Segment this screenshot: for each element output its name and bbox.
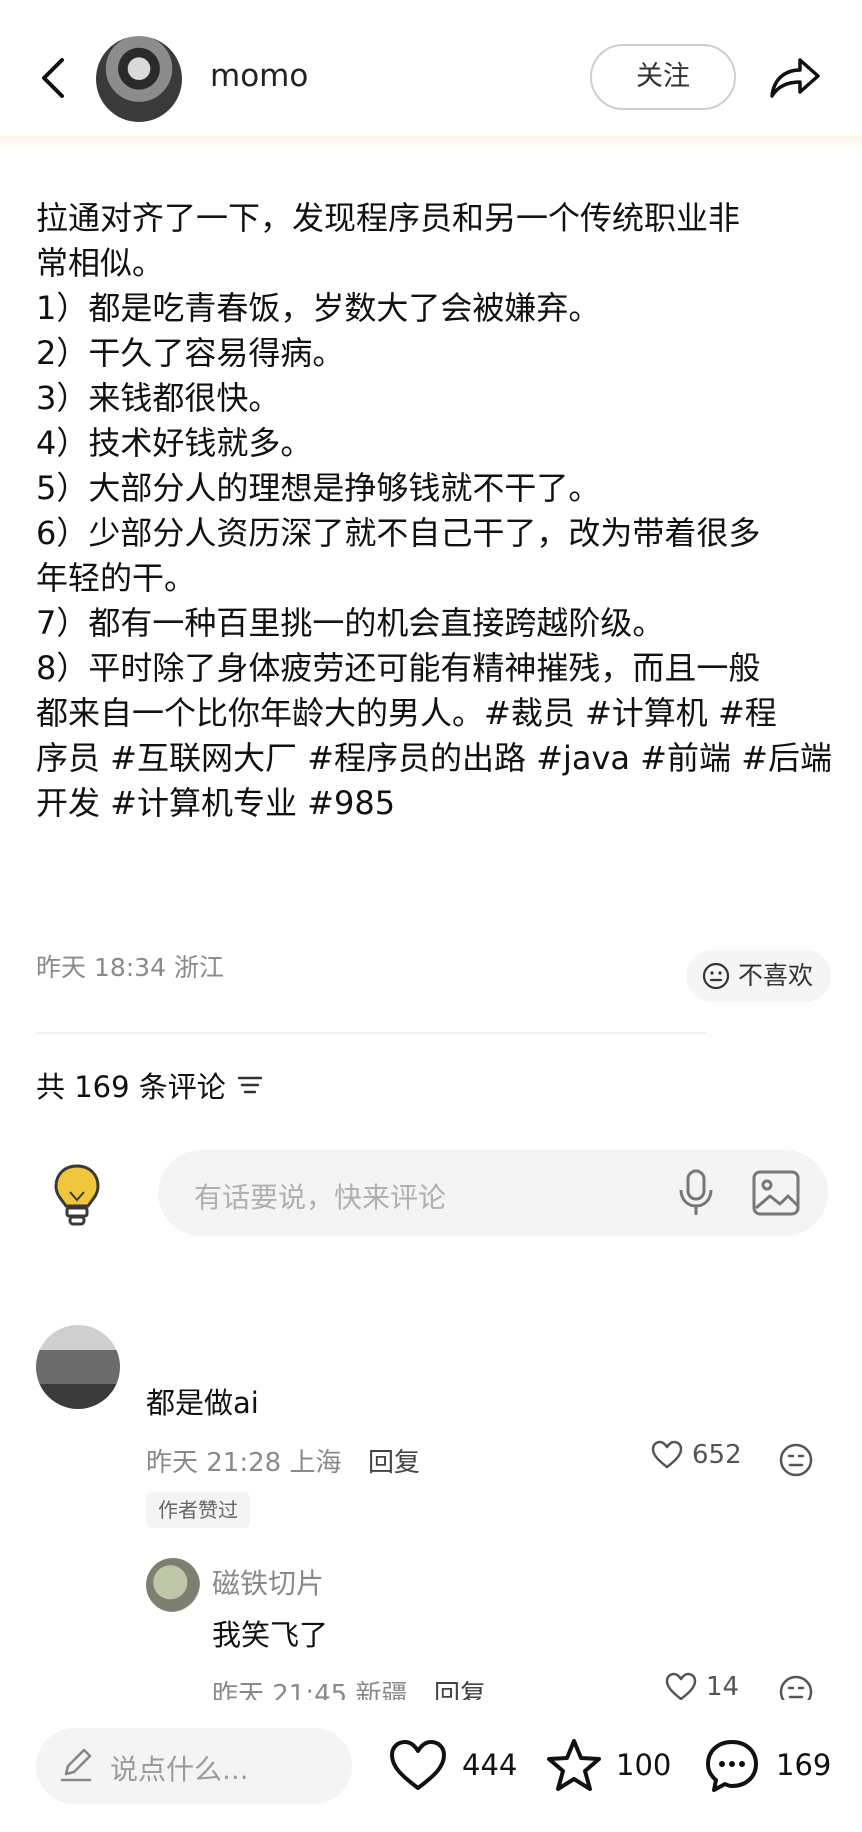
header-divider <box>0 136 862 150</box>
star-icon <box>547 1739 601 1791</box>
post-line: 1）都是吃青春饭，岁数大了会被嫌弃。 <box>36 289 601 327</box>
replier-avatar[interactable] <box>146 1558 200 1612</box>
pen-icon <box>58 1746 94 1784</box>
heart-icon <box>651 1440 683 1469</box>
post-line: 2）干久了容易得病。 <box>36 334 345 372</box>
dislike-button[interactable]: 不喜欢 <box>686 950 832 1002</box>
comment-count-header[interactable]: 共 169 条评论 <box>36 1064 264 1106</box>
post-line: 6）少部分人资历深了就不自己干了，改为带着很多 <box>36 514 761 552</box>
comment-react-button[interactable] <box>778 1442 814 1478</box>
dislike-label: 不喜欢 <box>738 961 814 990</box>
post-line: 7）都有一种百里挑一的机会直接跨越阶级。 <box>36 604 665 642</box>
comment-input-placeholder[interactable]: 有话要说，快来评论 <box>194 1176 446 1216</box>
reply-button[interactable]: 回复 <box>368 1442 420 1479</box>
author-avatar[interactable] <box>96 36 182 122</box>
post-line[interactable]: 序员 #互联网大厂 #程序员的出路 #java #前端 #后端 <box>36 736 836 781</box>
section-divider <box>36 1032 706 1034</box>
post-meta: 昨天 18:34 浙江 <box>36 953 224 982</box>
comment-like-count: 652 <box>692 1440 742 1470</box>
comment-like-button[interactable]: 14 <box>664 1672 739 1702</box>
post-line: 拉通对齐了一下，发现程序员和另一个传统职业非 <box>36 199 741 237</box>
microphone-icon <box>679 1169 713 1215</box>
post-line[interactable]: 都来自一个比你年龄大的男人。#裁员 #计算机 #程 <box>36 691 836 736</box>
favorite-button[interactable] <box>544 1736 604 1796</box>
comment-like-button[interactable]: 652 <box>650 1440 742 1470</box>
comment-text: 我笑飞了 <box>212 1618 329 1652</box>
author-username[interactable]: momo <box>210 58 308 94</box>
back-button[interactable] <box>34 52 74 104</box>
chevron-left-icon <box>42 58 64 98</box>
post-line: 5）大部分人的理想是挣够钱就不干了。 <box>36 469 601 507</box>
post-line: 8）平时除了身体疲劳还可能有精神摧残，而且一般 <box>36 649 761 687</box>
comment-text: 都是做ai <box>146 1386 259 1420</box>
share-arrow-icon <box>770 58 820 98</box>
comment-count-label: 共 169 条评论 <box>36 1070 226 1104</box>
comment-like-count: 14 <box>706 1672 740 1702</box>
like-count: 444 <box>462 1748 518 1782</box>
filter-lines-icon <box>237 1076 262 1094</box>
post-content: 拉通对齐了一下，发现程序员和另一个传统职业非 常相似。 1）都是吃青春饭，岁数大… <box>36 196 836 826</box>
author-liked-badge: 作者赞过 <box>146 1492 250 1528</box>
favorite-count: 100 <box>616 1748 672 1782</box>
share-button[interactable] <box>766 52 822 102</box>
commenter-avatar[interactable] <box>36 1325 120 1409</box>
face-icon <box>779 1443 813 1477</box>
post-line: 常相似。 <box>36 244 165 282</box>
lightbulb-icon <box>52 1162 102 1228</box>
comment-meta: 昨天 21:28 上海 <box>146 1448 342 1478</box>
image-upload-button[interactable] <box>750 1168 802 1218</box>
like-button[interactable] <box>388 1738 448 1794</box>
post-line: 年轻的干。 <box>36 559 197 597</box>
comments-count: 169 <box>776 1748 832 1782</box>
voice-input-button[interactable] <box>674 1168 718 1218</box>
follow-button[interactable]: 关注 <box>590 44 736 110</box>
image-icon <box>752 1170 800 1216</box>
heart-icon <box>665 1672 697 1701</box>
post-line: 4）技术好钱就多。 <box>36 424 313 462</box>
quick-comment-placeholder[interactable]: 说点什么... <box>110 1748 249 1788</box>
replier-name[interactable]: 磁铁切片 <box>212 1562 324 1602</box>
heart-icon <box>390 1740 446 1790</box>
post-line[interactable]: 开发 #计算机专业 #985 <box>36 781 836 826</box>
chat-bubble-icon <box>706 1740 758 1792</box>
neutral-face-icon <box>702 962 730 990</box>
comments-button[interactable] <box>702 1736 762 1796</box>
post-line: 3）来钱都很快。 <box>36 379 281 417</box>
